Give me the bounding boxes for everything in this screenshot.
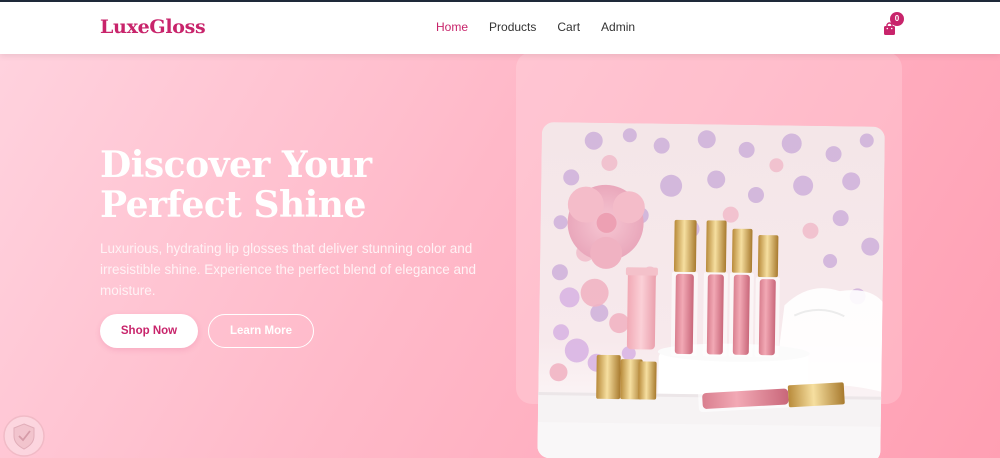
shop-now-button[interactable]: Shop Now: [100, 314, 198, 348]
hero-title: Discover Your Perfect Shine: [100, 145, 430, 225]
cart-count-badge: 0: [890, 12, 904, 26]
cart-button[interactable]: 0: [882, 12, 904, 38]
lip-gloss-product-image: [537, 122, 885, 458]
nav-link-products[interactable]: Products: [489, 20, 536, 34]
hero-title-line-1: Discover Your: [100, 144, 372, 186]
product-photo-illustration: [537, 122, 885, 458]
hero-description: Luxurious, hydrating lip glosses that de…: [100, 241, 476, 298]
hero-title-line-2: Perfect Shine: [100, 184, 366, 226]
nav-link-admin[interactable]: Admin: [601, 20, 635, 34]
brand-logo[interactable]: LuxeGloss: [100, 16, 206, 38]
nav-links: Home Products Cart Admin: [436, 20, 635, 34]
nav-link-home[interactable]: Home: [436, 20, 468, 34]
nav-link-cart[interactable]: Cart: [557, 20, 580, 34]
learn-more-button[interactable]: Learn More: [208, 314, 314, 348]
navbar: LuxeGloss Home Products Cart Admin 0: [0, 2, 1000, 54]
shield-logo-icon: [3, 415, 45, 457]
